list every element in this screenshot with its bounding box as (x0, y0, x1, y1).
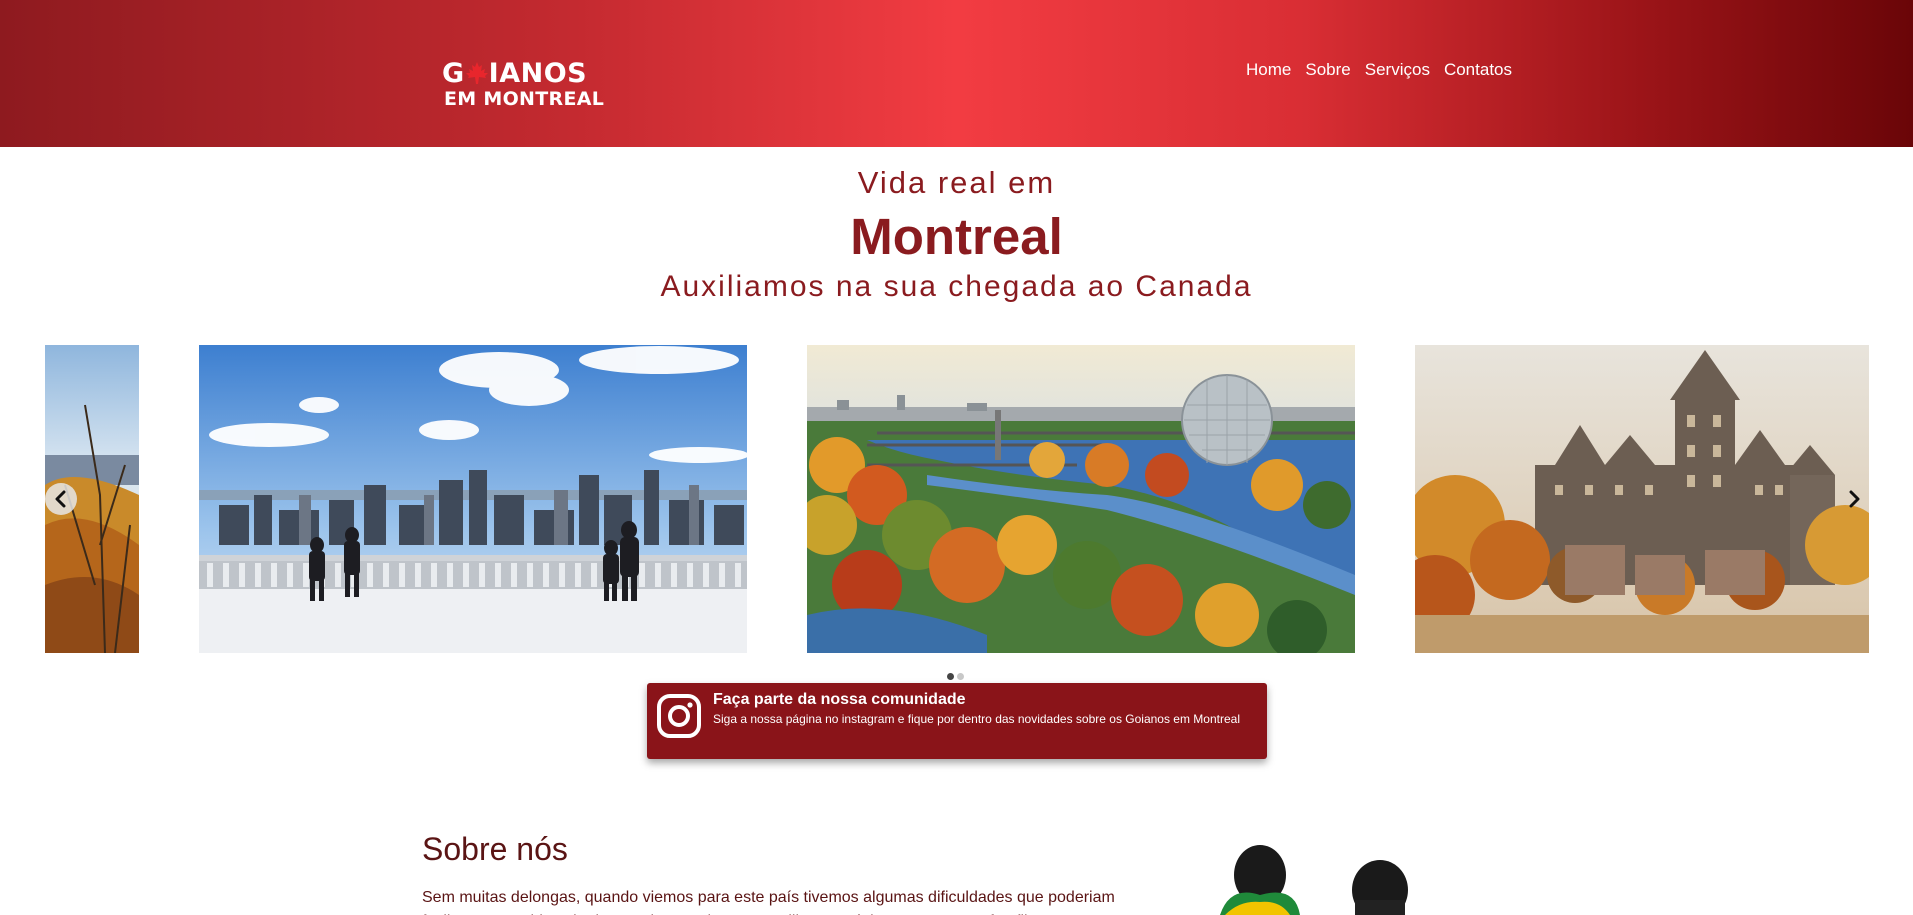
about-title: Sobre nós (422, 831, 568, 867)
about-text: Sem muitas delongas, quando viemos para … (422, 889, 1115, 915)
image-carousel (45, 345, 1869, 653)
main-nav: Home Sobre Serviços Contatos (1246, 60, 1512, 80)
nav-contatos[interactable]: Contatos (1444, 60, 1512, 80)
nav-servicos[interactable]: Serviços (1365, 60, 1430, 80)
about-people-image (1210, 840, 1440, 915)
logo-letters-ianos: IANOS (488, 58, 588, 89)
hero-title: Montreal (850, 208, 1063, 265)
nav-sobre[interactable]: Sobre (1305, 60, 1350, 80)
logo-letter-g: G (442, 58, 465, 89)
carousel-dot-2[interactable] (957, 673, 964, 680)
hero-subtitle: Auxiliamos na sua chegada ao Canada (660, 270, 1253, 303)
carousel-prev-button[interactable] (45, 483, 77, 515)
carousel-dots (947, 673, 964, 680)
site-header: G IANOS EM MONTREAL Home Sobre Serviços … (0, 0, 1913, 147)
carousel-dot-1[interactable] (947, 673, 954, 680)
maple-leaf-icon (464, 61, 490, 87)
hero-pretitle: Vida real em (857, 165, 1056, 200)
instagram-card[interactable]: Faça parte da nossa comunidade Siga a no… (647, 683, 1267, 759)
carousel-next-button[interactable] (1838, 483, 1870, 515)
nav-home[interactable]: Home (1246, 60, 1291, 80)
instagram-icon (657, 694, 701, 738)
site-logo[interactable]: G IANOS EM MONTREAL (442, 60, 612, 110)
chevron-right-icon (1849, 490, 1860, 508)
instagram-card-title: Faça parte da nossa comunidade (713, 691, 966, 708)
chevron-left-icon (55, 490, 66, 508)
logo-line-2: EM MONTREAL (444, 88, 605, 110)
instagram-card-description: Siga a nossa página no instagram e fique… (713, 712, 1240, 726)
carousel-slide-mont-royal-skyline[interactable] (199, 345, 747, 653)
logo-line-1: G IANOS (442, 60, 587, 88)
carousel-slide-chateau-frontenac[interactable] (1415, 345, 1869, 653)
carousel-slide-biosphere-river[interactable] (807, 345, 1355, 653)
